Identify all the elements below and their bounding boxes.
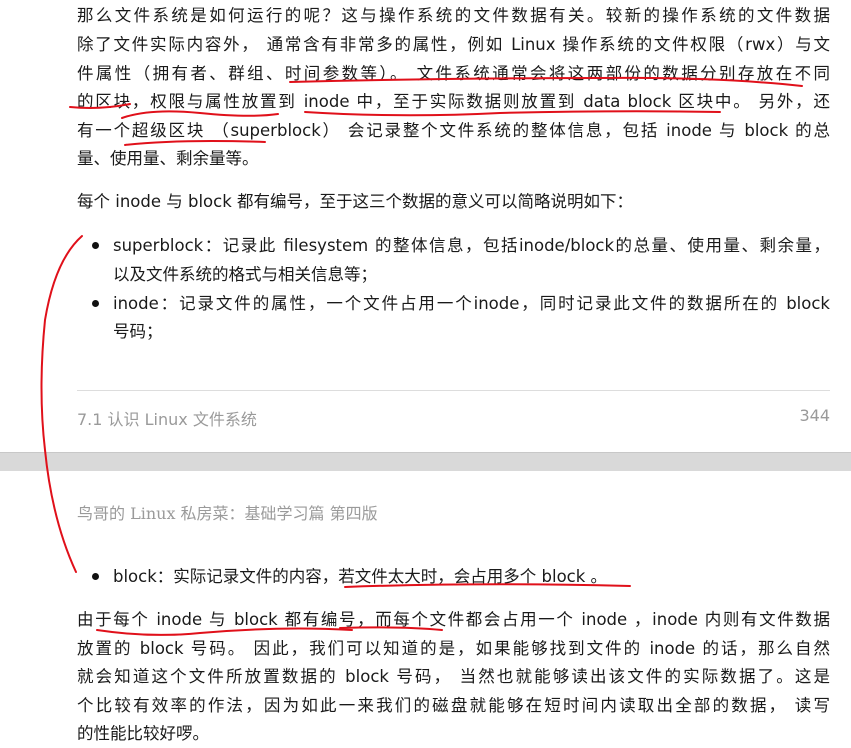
paragraph-line: 的区块，权限与属性放置到 inode 中，至于实际数据则放置到 data blo… bbox=[77, 92, 830, 111]
paragraph-line: 个比较有效率的作法，因为如此一来我们的磁盘就能够在短时间内读取出全部的数据， 读… bbox=[77, 696, 830, 715]
paragraph-line: 的性能比较好啰。 bbox=[77, 724, 209, 743]
page-header: 鸟哥的 Linux 私房菜：基础学习篇 第四版 bbox=[77, 504, 378, 523]
footer-section-title: 7.1 认识 Linux 文件系统 bbox=[77, 410, 257, 429]
bullet-icon bbox=[92, 242, 99, 249]
paragraph-line: 有一个超级区块 （superblock） 会记录整个文件系统的整体信息，包括 i… bbox=[77, 121, 830, 140]
pdf-page-344: 那么文件系统是如何运行的呢？这与操作系统的文件数据有关。较新的操作系统的文件数据… bbox=[0, 0, 851, 452]
page-separator bbox=[0, 452, 851, 472]
paragraph-line: 就会知道这个文件所放置数据的 block 号码， 当然也就能够读出该文件的实际数… bbox=[77, 667, 830, 686]
paragraph-line: 放置的 block 号码。 因此，我们可以知道的是，如果能够找到文件的 inod… bbox=[77, 639, 830, 658]
footer-divider bbox=[77, 390, 830, 391]
paragraph-line: 除了文件实际内容外， 通常含有非常多的属性，例如 Linux 操作系统的文件权限… bbox=[77, 35, 830, 54]
bullet-text: block：实际记录文件的内容，若文件太大时，会占用多个 block 。 bbox=[113, 567, 608, 586]
bullet-icon bbox=[92, 300, 99, 307]
bullet-text: 号码； bbox=[113, 322, 163, 341]
bullet-text: 以及文件系统的格式与相关信息等； bbox=[113, 265, 377, 284]
bullet-text: superblock：记录此 filesystem 的整体信息，包括inode/… bbox=[113, 236, 830, 255]
bullet-text: inode：记录文件的属性，一个文件占用一个inode，同时记录此文件的数据所在… bbox=[113, 294, 830, 313]
paragraph-line: 每个 inode 与 block 都有编号，至于这三个数据的意义可以简略说明如下… bbox=[77, 192, 634, 211]
footer-page-number: 344 bbox=[799, 406, 830, 425]
paragraph-line: 量、使用量、剩余量等。 bbox=[77, 149, 259, 168]
paragraph-line: 由于每个 inode 与 block 都有编号，而每个文件都会占用一个 inod… bbox=[77, 610, 830, 629]
bullet-icon bbox=[92, 573, 99, 580]
paragraph-line: 那么文件系统是如何运行的呢？这与操作系统的文件数据有关。较新的操作系统的文件数据 bbox=[77, 6, 830, 25]
paragraph-line: 件属性（拥有者、群组、时间参数等）。 文件系统通常会将这两部份的数据分别存放在不… bbox=[77, 64, 830, 83]
